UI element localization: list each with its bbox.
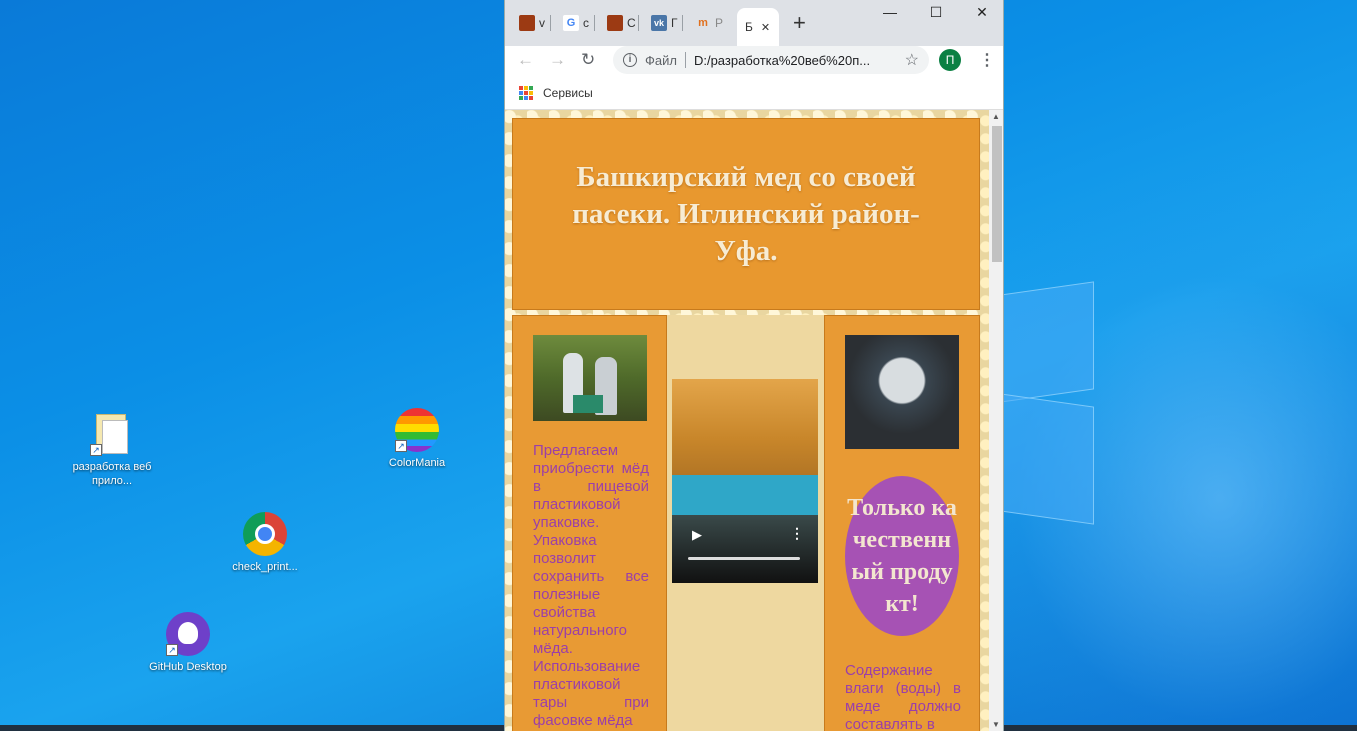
address-bar[interactable]: i Файл D:/разработка%20веб%20п... ☆ bbox=[613, 46, 929, 74]
google-icon: G bbox=[563, 15, 579, 31]
tab-2[interactable]: G c bbox=[555, 8, 595, 38]
reload-icon[interactable]: ↻ bbox=[581, 50, 595, 70]
left-column: Предлагаем приобрести мёд в пищевой плас… bbox=[512, 315, 667, 731]
github-icon: ↗ bbox=[166, 612, 210, 656]
right-column: Только качественный продукт! Содержание … bbox=[824, 315, 980, 731]
tab-label: Б bbox=[745, 20, 753, 34]
scroll-up-icon[interactable]: ▲ bbox=[992, 112, 1000, 121]
desktop-icon-label: ColorMania bbox=[388, 457, 446, 469]
toolbar: ← → ↻ i Файл D:/разработка%20веб%20п... … bbox=[505, 46, 1003, 76]
tab-label: P bbox=[715, 16, 724, 30]
tab-3[interactable]: C bbox=[599, 8, 639, 38]
tab-label: c bbox=[583, 16, 589, 30]
tab-active[interactable]: Б ✕ bbox=[737, 8, 779, 46]
page-viewport: Башкирский мед со своей пасеки. Иглински… bbox=[505, 110, 989, 731]
habr-icon: m bbox=[698, 17, 708, 29]
desktop-icon-label: разработка веб прило... bbox=[72, 461, 152, 487]
quality-badge: Только качественный продукт! bbox=[845, 476, 959, 636]
desktop-icon-github[interactable]: ↗ GitHub Desktop bbox=[143, 612, 233, 674]
bookmark-apps-label[interactable]: Сервисы bbox=[543, 86, 593, 100]
menu-dots-icon[interactable]: ⋮ bbox=[979, 50, 995, 70]
right-description: Содержание влаги (воды) в меде должно со… bbox=[845, 662, 961, 731]
browser-window: v G c C vk Г m P Б ✕ + — ☐ ✕ ← → ↻ i Фай… bbox=[504, 0, 1004, 731]
shortcut-arrow-icon: ↗ bbox=[90, 444, 102, 456]
honey-video-player[interactable]: ▶ ⋮ bbox=[672, 379, 818, 583]
tab-close-icon[interactable]: ✕ bbox=[761, 21, 770, 34]
back-arrow-icon[interactable]: ← bbox=[517, 50, 534, 70]
tab-label: C bbox=[627, 16, 636, 30]
shortcut-arrow-icon: ↗ bbox=[166, 644, 178, 656]
hero-banner: Башкирский мед со своей пасеки. Иглински… bbox=[512, 118, 980, 310]
rainbow-ball-icon: ↗ bbox=[395, 408, 439, 452]
chrome-icon bbox=[243, 512, 287, 556]
video-menu-icon[interactable]: ⋮ bbox=[790, 525, 804, 542]
address-url: D:/разработка%20веб%20п... bbox=[693, 52, 871, 68]
page-scrollbar[interactable]: ▲ ▼ bbox=[989, 110, 1003, 731]
site-favicon-icon bbox=[519, 15, 535, 31]
desktop-icon-folder[interactable]: ↗ разработка веб прило... bbox=[67, 412, 157, 488]
windows-logo bbox=[1000, 270, 1100, 525]
tab-label: Г bbox=[671, 16, 678, 30]
info-icon[interactable]: i bbox=[623, 53, 637, 67]
tab-label: v bbox=[539, 16, 545, 30]
desktop-icon-chrome[interactable]: check_print... bbox=[220, 512, 310, 574]
bookmark-star-icon[interactable]: ☆ bbox=[905, 50, 919, 70]
tab-4[interactable]: vk Г bbox=[643, 8, 683, 38]
desktop-icon-label: check_print... bbox=[232, 561, 298, 573]
profile-avatar[interactable]: П bbox=[939, 49, 961, 71]
middle-column: ▶ ⋮ bbox=[667, 315, 824, 731]
video-progress-bar[interactable] bbox=[688, 557, 800, 560]
vk-icon: vk bbox=[651, 15, 667, 31]
tab-strip: v G c C vk Г m P Б ✕ + — ☐ ✕ bbox=[505, 0, 1003, 46]
new-tab-button[interactable]: + bbox=[793, 12, 806, 34]
tab-1[interactable]: v bbox=[511, 8, 551, 38]
maximize-button[interactable]: ☐ bbox=[913, 4, 959, 21]
desktop-icon-label: GitHub Desktop bbox=[149, 661, 227, 673]
bookmarks-bar: Сервисы bbox=[505, 76, 1003, 110]
desktop-icon-colormania[interactable]: ↗ ColorMania bbox=[372, 408, 462, 470]
minimize-button[interactable]: — bbox=[867, 4, 913, 20]
apps-grid-icon[interactable] bbox=[519, 85, 533, 100]
play-icon[interactable]: ▶ bbox=[692, 527, 702, 543]
beekeepers-photo bbox=[533, 335, 647, 421]
folder-icon: ↗ bbox=[90, 412, 134, 456]
scroll-thumb[interactable] bbox=[992, 126, 1002, 262]
shortcut-arrow-icon: ↗ bbox=[395, 440, 407, 452]
close-button[interactable]: ✕ bbox=[959, 4, 1003, 21]
left-description: Предлагаем приобрести мёд в пищевой плас… bbox=[533, 442, 649, 729]
scroll-down-icon[interactable]: ▼ bbox=[992, 720, 1000, 729]
quality-badge-text: Только качественный продукт! bbox=[847, 495, 957, 617]
forward-arrow-icon[interactable]: → bbox=[549, 50, 566, 70]
page-title: Башкирский мед со своей пасеки. Иглински… bbox=[572, 160, 920, 267]
tab-5[interactable]: m P bbox=[687, 8, 727, 38]
refractometer-photo bbox=[845, 335, 959, 449]
address-scheme: Файл bbox=[645, 52, 677, 68]
site-favicon-icon bbox=[607, 15, 623, 31]
